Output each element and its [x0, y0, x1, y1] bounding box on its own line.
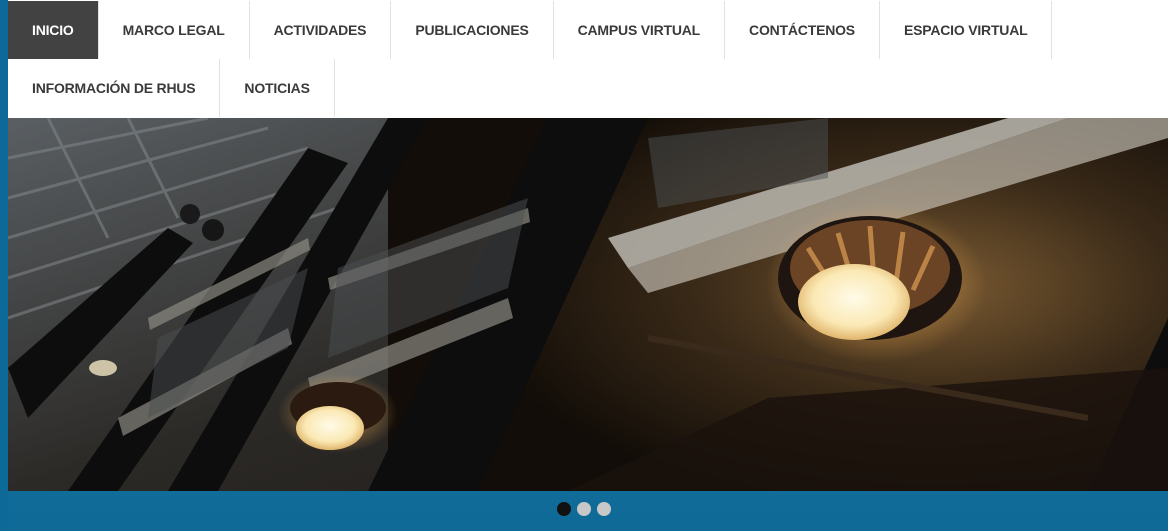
nav-item-contactenos[interactable]: CONTÁCTENOS — [725, 1, 880, 59]
image-slider[interactable] — [8, 118, 1168, 491]
slider-dot-3[interactable] — [597, 502, 611, 516]
nav-item-marco-legal[interactable]: MARCO LEGAL — [99, 1, 250, 59]
slide-image — [8, 118, 1168, 491]
nav-item-informacion-de-rhus[interactable]: INFORMACIÓN DE RHUS — [8, 59, 221, 117]
nav-item-campus-virtual[interactable]: CAMPUS VIRTUAL — [554, 1, 726, 59]
nav-item-publicaciones[interactable]: PUBLICACIONES — [391, 1, 554, 59]
main-navigation: INICIO MARCO LEGAL ACTIVIDADES PUBLICACIONE… — [8, 0, 1168, 119]
nav-row-1: INICIO MARCO LEGAL ACTIVIDADES PUBLICACIONE… — [8, 1, 1053, 59]
nav-item-noticias[interactable]: NOTICIAS — [220, 59, 335, 117]
nav-row-2: INFORMACIÓN DE RHUS NOTICIAS — [8, 59, 335, 117]
slider-dot-2[interactable] — [577, 502, 591, 516]
slider-pagination — [0, 502, 1168, 518]
nav-item-actividades[interactable]: ACTIVIDADES — [250, 1, 392, 59]
nav-item-espacio-virtual[interactable]: ESPACIO VIRTUAL — [880, 1, 1053, 59]
page: INICIO MARCO LEGAL ACTIVIDADES PUBLICACIONE… — [0, 0, 1168, 531]
slider-dot-1[interactable] — [557, 502, 571, 516]
nav-item-inicio[interactable]: INICIO — [8, 1, 99, 59]
left-edge-strip — [0, 0, 8, 531]
